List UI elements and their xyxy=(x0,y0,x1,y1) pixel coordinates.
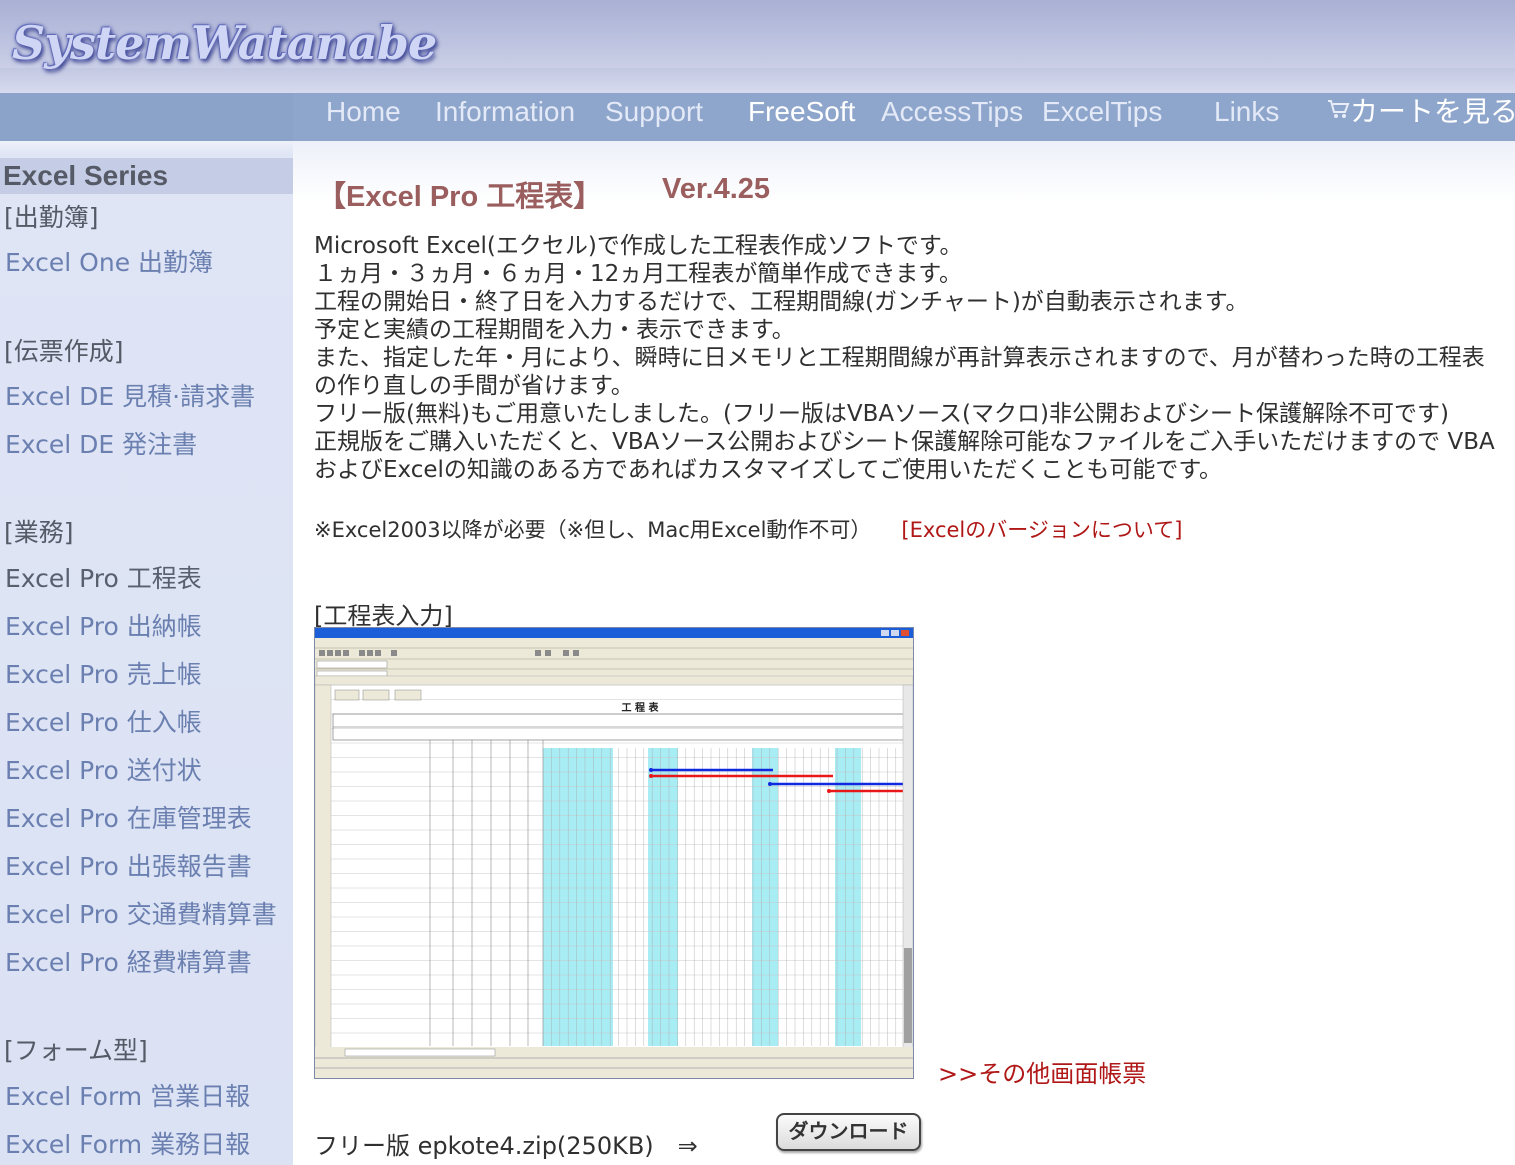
download-file-label: フリー版 epkote4.zip(250KB) ⇒ xyxy=(314,1132,698,1160)
sidebar-item-transport-expense[interactable]: Excel Pro 交通費精算書 xyxy=(5,895,277,931)
sidebar-item-cover-letter[interactable]: Excel Pro 送付状 xyxy=(5,751,202,787)
sidebar-item-trip-report[interactable]: Excel Pro 出張報告書 xyxy=(5,847,252,883)
sidebar-item-excel-one-attendance[interactable]: Excel One 出勤簿 xyxy=(5,243,213,279)
sidebar-item-sales-ledger[interactable]: Excel Pro 売上帳 xyxy=(5,655,202,691)
sidebar-item-purchase-order[interactable]: Excel DE 発注書 xyxy=(5,425,197,461)
description-line: 正規版をご購入いただくと、VBAソース公開およびシート保護解除可能なファイルをご… xyxy=(314,429,1495,483)
sheet-grid xyxy=(331,684,906,1046)
other-screens-link[interactable]: >>その他画面帳票 xyxy=(938,1054,1146,1089)
site-header: SystemWatanabe xyxy=(0,0,1515,93)
weekend-column xyxy=(752,748,778,1046)
description-line: 予定と実績の工程期間を入力・表示できます。 xyxy=(314,317,795,343)
requirement-text: ※Excel2003以降が必要（※但し、Mac用Excel動作不可） xyxy=(314,518,872,542)
sidebar-item-process-chart[interactable]: Excel Pro 工程表 xyxy=(5,559,202,595)
download-button[interactable]: ダウンロード xyxy=(776,1113,921,1151)
weekend-column xyxy=(648,748,678,1046)
description-line: フリー版(無料)もご用意いたしました。(フリー版はVBAソース(マクロ)非公開お… xyxy=(314,401,1449,427)
nav-cart[interactable]: カートを見る xyxy=(1326,93,1515,141)
main-nav: Home Information Support FreeSoft Access… xyxy=(0,93,1515,141)
sidebar-item-expense-report[interactable]: Excel Pro 経費精算書 xyxy=(5,943,252,979)
weekend-column xyxy=(587,748,613,1046)
sheet-title: 工 程 表 xyxy=(622,701,660,714)
sidebar-item-inventory[interactable]: Excel Pro 在庫管理表 xyxy=(5,799,252,835)
header-stripe xyxy=(0,68,1515,93)
cart-icon xyxy=(1328,100,1350,118)
window-toolbars xyxy=(315,638,913,676)
sheet-button xyxy=(334,689,360,701)
product-screenshot[interactable]: 工 程 表 xyxy=(314,627,914,1079)
nav-accesstips[interactable]: AccessTips xyxy=(881,93,1023,141)
product-title: 【Excel Pro 工程表】 xyxy=(317,181,603,213)
site-logo[interactable]: SystemWatanabe xyxy=(12,16,437,70)
sidebar-item-cashbook[interactable]: Excel Pro 出納帳 xyxy=(5,607,202,643)
nav-cart-label: カートを見る xyxy=(1350,96,1515,127)
sidebar-item-estimate-invoice[interactable]: Excel DE 見積·請求書 xyxy=(5,377,255,413)
sidebar-category-business: [業務] xyxy=(4,518,74,547)
nav-links[interactable]: Links xyxy=(1214,93,1279,141)
requirement-note: ※Excel2003以降が必要（※但し、Mac用Excel動作不可） [Excel… xyxy=(314,514,1504,544)
description-line: また、指定した年・月により、瞬時に日メモリと工程期間線が再計算表示されますので、… xyxy=(314,345,1485,399)
description-line: Microsoft Excel(エクセル)で作成した工程表作成ソフトです。 xyxy=(314,233,963,259)
nav-left-block xyxy=(0,93,293,141)
sidebar-category-attendance: [出勤簿] xyxy=(4,203,99,232)
nav-support[interactable]: Support xyxy=(605,93,703,141)
sheet-button xyxy=(362,689,390,701)
nav-home[interactable]: Home xyxy=(326,93,401,141)
sidebar-item-work-daily-report[interactable]: Excel Form 業務日報 xyxy=(5,1125,250,1161)
nav-freesoft[interactable]: FreeSoft xyxy=(748,93,855,141)
weekend-column xyxy=(835,748,861,1046)
nav-exceltips[interactable]: ExcelTips xyxy=(1042,93,1162,141)
description-line: １ヵ月・３ヵ月・６ヵ月・12ヵ月工程表が簡単作成できます。 xyxy=(314,261,962,287)
product-version: Ver.4.25 xyxy=(662,173,771,205)
sidebar-item-purchase-ledger[interactable]: Excel Pro 仕入帳 xyxy=(5,703,202,739)
row-header xyxy=(315,684,332,1054)
excel-version-link[interactable]: [Excelのバージョンについて] xyxy=(901,518,1182,542)
spreadsheet-screenshot-image: 工 程 表 xyxy=(315,628,913,1078)
gantt-start-marker xyxy=(827,789,831,793)
sidebar-title: Excel Series xyxy=(3,160,169,191)
product-description: Microsoft Excel(エクセル)で作成した工程表作成ソフトです。 １ヵ… xyxy=(314,232,1504,484)
gantt-start-marker xyxy=(649,768,653,772)
weekend-column xyxy=(543,748,587,1046)
gantt-start-marker xyxy=(649,774,653,778)
sheet-button xyxy=(394,689,422,701)
nav-information[interactable]: Information xyxy=(435,93,575,141)
gantt-start-marker xyxy=(768,782,772,786)
window-title-bar xyxy=(315,628,913,638)
column-header xyxy=(315,675,913,686)
sidebar-item-sales-daily-report[interactable]: Excel Form 営業日報 xyxy=(5,1077,250,1113)
sidebar-category-form: [フォーム型] xyxy=(4,1036,148,1065)
description-line: 工程の開始日・終了日を入力するだけで、工程期間線(ガンチャート)が自動表示されま… xyxy=(314,289,1249,315)
section-label: [工程表入力] xyxy=(314,602,453,630)
sidebar: Excel Series [出勤簿] Excel One 出勤簿 [伝票作成] … xyxy=(0,141,293,1165)
sidebar-category-slips: [伝票作成] xyxy=(4,337,124,366)
